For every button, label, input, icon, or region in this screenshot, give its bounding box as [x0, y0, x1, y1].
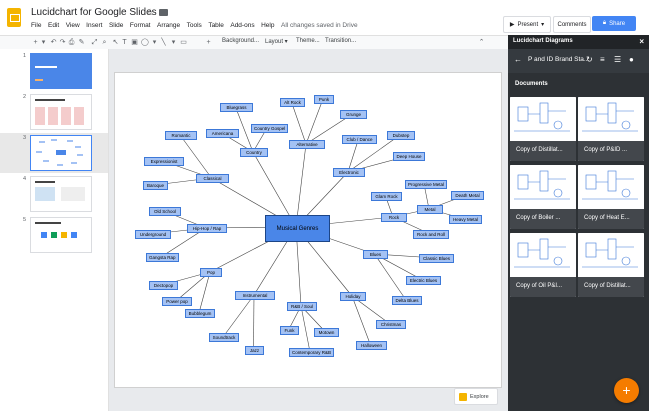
document-card-label: Copy of Oil P&I... [510, 277, 576, 297]
document-thumbnail [510, 97, 576, 141]
node-glam-rock[interactable]: Glam Rock [371, 192, 402, 201]
node-dectopop[interactable]: Dectopop [149, 281, 178, 290]
node-dubstep[interactable]: Dubstep [387, 131, 415, 140]
connector-line [300, 305, 311, 353]
node-old-school[interactable]: Old School [149, 207, 181, 216]
node-deep-house[interactable]: Deep House [393, 152, 425, 161]
panel-navbar: ← P and ID Brand Sta... ↻ ≡ ☰ ● [508, 49, 649, 73]
node-rnb-soul[interactable]: R&B / Soul [287, 302, 317, 311]
document-thumbnail [578, 165, 644, 209]
node-country[interactable]: Country [240, 148, 268, 157]
node-holiday[interactable]: Holiday [340, 292, 366, 301]
document-card[interactable]: Copy of Distillat... [510, 97, 576, 161]
node-instrumental[interactable]: Instrumental [235, 291, 275, 300]
node-expressionist[interactable]: Expressionist [144, 157, 184, 166]
document-thumbnail [510, 165, 576, 209]
connector-line [351, 295, 371, 346]
node-gangsta-rap[interactable]: Gangsta Rap [146, 253, 179, 262]
center-node-musical-genres[interactable]: Musical Genres [265, 215, 330, 242]
node-pop[interactable]: Pop [200, 268, 222, 277]
documents-label: Documents [515, 81, 548, 87]
list-view-icon[interactable]: ☰ [614, 55, 621, 64]
document-card[interactable]: Copy of Heat E... [578, 165, 644, 229]
document-card-label: Copy of Heat E... [578, 209, 644, 229]
node-electric-blues[interactable]: Electric Blues [406, 276, 441, 285]
explore-button[interactable]: Explore [454, 388, 498, 405]
node-baroque[interactable]: Baroque [143, 181, 168, 190]
node-contemporary-rnb[interactable]: Contemporary R&B [289, 348, 335, 357]
document-card-label: Copy of Distillat... [578, 277, 644, 297]
account-icon[interactable]: ● [629, 55, 634, 64]
node-bubblegum[interactable]: Bubblegum [185, 309, 215, 318]
document-thumbnail [578, 233, 644, 277]
node-blues[interactable]: Blues [363, 250, 388, 259]
node-heavy-metal[interactable]: Heavy Metal [449, 215, 482, 224]
node-underground[interactable]: Underground [135, 230, 171, 239]
node-funk[interactable]: Funk [280, 326, 299, 335]
node-rock[interactable]: Rock [381, 213, 407, 222]
document-card[interactable]: Copy of Boiler ... [510, 165, 576, 229]
document-card-label: Copy of P&ID ... [578, 141, 644, 161]
connector-line [253, 294, 255, 351]
sort-icon[interactable]: ≡ [600, 55, 605, 64]
document-thumbnail [510, 233, 576, 277]
node-jazz[interactable]: Jazz [245, 346, 264, 355]
node-soundtrack[interactable]: Soundtrack [209, 333, 239, 342]
node-classical[interactable]: Classical [196, 174, 229, 183]
connector-line [305, 98, 324, 145]
document-card-label: Copy of Boiler ... [510, 209, 576, 229]
node-classic-blues[interactable]: Classic Blues [419, 254, 454, 263]
node-hiphop[interactable]: Hip-Hop / Rap [187, 224, 227, 233]
connector-line [291, 101, 307, 145]
node-delta-blues[interactable]: Delta Blues [392, 296, 422, 305]
panel-title: Lucidchart Diagrams [513, 38, 573, 44]
connector-line [198, 271, 211, 314]
panel-header: Lucidchart Diagrams × [508, 35, 649, 49]
explore-label: Explore [470, 393, 489, 400]
node-electronic[interactable]: Electronic [333, 168, 365, 177]
node-punk[interactable]: Punk [314, 95, 334, 104]
node-club-dance[interactable]: Club / Dance [342, 135, 377, 144]
document-card[interactable]: Copy of Distillat... [578, 233, 644, 297]
document-card[interactable]: Copy of P&ID ... [578, 97, 644, 161]
node-americana[interactable]: Americana [206, 129, 239, 138]
add-diagram-button[interactable]: + [614, 378, 639, 403]
node-rock-and-roll[interactable]: Rock and Roll [413, 230, 449, 239]
node-romantic[interactable]: Romantic [165, 131, 197, 140]
node-death-metal[interactable]: Death Metal [451, 191, 484, 200]
plus-icon: + [622, 382, 631, 398]
explore-icon [459, 392, 467, 401]
back-arrow-icon[interactable]: ← [514, 55, 522, 64]
node-alt-rock[interactable]: Alt Rock [280, 98, 305, 107]
node-halloween[interactable]: Halloween [356, 341, 387, 350]
node-motown[interactable]: Motown [314, 328, 339, 337]
document-thumbnail [578, 97, 644, 141]
node-christmas[interactable]: Christmas [376, 320, 406, 329]
connector-line [179, 134, 212, 179]
document-card-label: Copy of Distillat... [510, 141, 576, 161]
document-card[interactable]: Copy of Oil P&I... [510, 233, 576, 297]
node-grunge[interactable]: Grunge [340, 110, 367, 119]
close-icon[interactable]: × [639, 37, 644, 46]
node-alternative[interactable]: Alternative [289, 140, 325, 149]
node-progressive-metal[interactable]: Progressive Metal [405, 180, 448, 189]
connector-line [374, 253, 407, 301]
refresh-icon[interactable]: ↻ [586, 55, 593, 64]
connector-line [222, 294, 255, 338]
folder-title: P and ID Brand Sta... [528, 56, 590, 63]
node-metal[interactable]: Metal [417, 205, 443, 214]
node-country-gospel[interactable]: Country Gospel [251, 124, 289, 133]
node-bluegrass[interactable]: Bluegrass [220, 103, 253, 112]
node-power-pop[interactable]: Power pop [162, 297, 192, 306]
